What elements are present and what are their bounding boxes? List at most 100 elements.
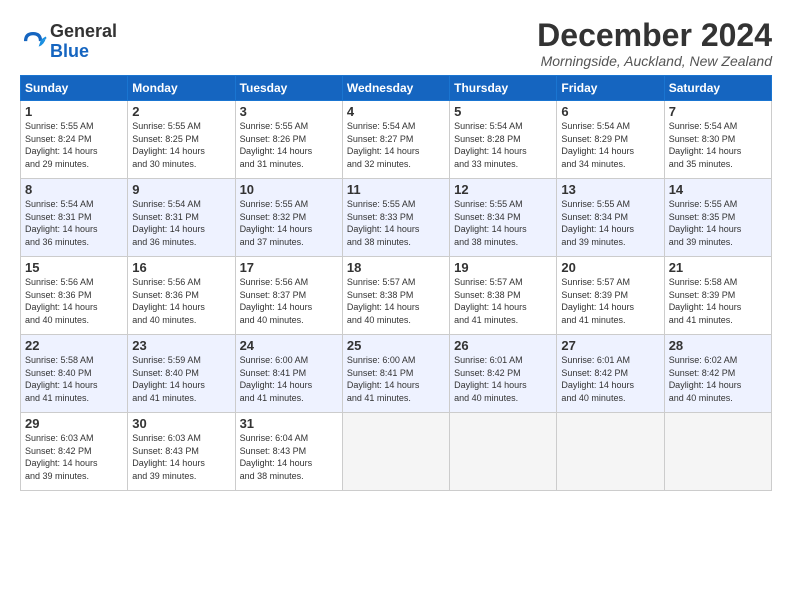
day-number: 11 bbox=[347, 182, 445, 197]
table-row: 19Sunrise: 5:57 AMSunset: 8:38 PMDayligh… bbox=[450, 257, 557, 335]
day-info: Sunrise: 6:00 AMSunset: 8:41 PMDaylight:… bbox=[347, 354, 445, 404]
day-info: Sunrise: 5:55 AMSunset: 8:35 PMDaylight:… bbox=[669, 198, 767, 248]
day-number: 24 bbox=[240, 338, 338, 353]
day-number: 23 bbox=[132, 338, 230, 353]
day-info: Sunrise: 6:00 AMSunset: 8:41 PMDaylight:… bbox=[240, 354, 338, 404]
day-info: Sunrise: 6:02 AMSunset: 8:42 PMDaylight:… bbox=[669, 354, 767, 404]
table-row: 12Sunrise: 5:55 AMSunset: 8:34 PMDayligh… bbox=[450, 179, 557, 257]
table-row: 30Sunrise: 6:03 AMSunset: 8:43 PMDayligh… bbox=[128, 413, 235, 491]
day-number: 22 bbox=[25, 338, 123, 353]
calendar-week-row: 8 Sunrise: 5:54 AMSunset: 8:31 PMDaylight… bbox=[21, 179, 772, 257]
table-row: 16Sunrise: 5:56 AMSunset: 8:36 PMDayligh… bbox=[128, 257, 235, 335]
calendar: Sunday Monday Tuesday Wednesday Thursday… bbox=[20, 75, 772, 491]
day-number: 28 bbox=[669, 338, 767, 353]
day-number: 31 bbox=[240, 416, 338, 431]
day-info: Sunrise: 5:57 AMSunset: 8:39 PMDaylight:… bbox=[561, 276, 659, 326]
logo-blue: Blue bbox=[50, 41, 89, 61]
table-row: 26Sunrise: 6:01 AMSunset: 8:42 PMDayligh… bbox=[450, 335, 557, 413]
table-row: 7Sunrise: 5:54 AMSunset: 8:30 PMDaylight… bbox=[664, 101, 771, 179]
day-info: Sunrise: 5:54 AMSunset: 8:28 PMDaylight:… bbox=[454, 120, 552, 170]
day-number: 13 bbox=[561, 182, 659, 197]
table-row: 17Sunrise: 5:56 AMSunset: 8:37 PMDayligh… bbox=[235, 257, 342, 335]
table-row: 22Sunrise: 5:58 AMSunset: 8:40 PMDayligh… bbox=[21, 335, 128, 413]
col-tuesday: Tuesday bbox=[235, 76, 342, 101]
logo-general: General bbox=[50, 21, 117, 41]
day-number: 30 bbox=[132, 416, 230, 431]
day-info: Sunrise: 5:54 AMSunset: 8:30 PMDaylight:… bbox=[669, 120, 767, 170]
calendar-week-row: 29Sunrise: 6:03 AMSunset: 8:42 PMDayligh… bbox=[21, 413, 772, 491]
day-number: 14 bbox=[669, 182, 767, 197]
table-row: 27Sunrise: 6:01 AMSunset: 8:42 PMDayligh… bbox=[557, 335, 664, 413]
calendar-week-row: 15 Sunrise: 5:56 AMSunset: 8:36 PMDayligh… bbox=[21, 257, 772, 335]
day-info: Sunrise: 5:55 AMSunset: 8:24 PMDaylight:… bbox=[25, 120, 123, 170]
day-number: 3 bbox=[240, 104, 338, 119]
day-number: 19 bbox=[454, 260, 552, 275]
col-thursday: Thursday bbox=[450, 76, 557, 101]
day-number: 21 bbox=[669, 260, 767, 275]
col-sunday: Sunday bbox=[21, 76, 128, 101]
day-number: 26 bbox=[454, 338, 552, 353]
calendar-week-row: 22Sunrise: 5:58 AMSunset: 8:40 PMDayligh… bbox=[21, 335, 772, 413]
day-info: Sunrise: 5:54 AMSunset: 8:29 PMDaylight:… bbox=[561, 120, 659, 170]
day-info: Sunrise: 5:56 AMSunset: 8:37 PMDaylight:… bbox=[240, 276, 338, 326]
table-row: 6Sunrise: 5:54 AMSunset: 8:29 PMDaylight… bbox=[557, 101, 664, 179]
table-row bbox=[664, 413, 771, 491]
table-row bbox=[450, 413, 557, 491]
day-info: Sunrise: 5:55 AMSunset: 8:32 PMDaylight:… bbox=[240, 198, 338, 248]
day-info: Sunrise: 6:01 AMSunset: 8:42 PMDaylight:… bbox=[454, 354, 552, 404]
day-info: Sunrise: 5:54 AMSunset: 8:31 PMDaylight:… bbox=[132, 198, 230, 248]
day-info: Sunrise: 5:57 AMSunset: 8:38 PMDaylight:… bbox=[454, 276, 552, 326]
table-row: 28Sunrise: 6:02 AMSunset: 8:42 PMDayligh… bbox=[664, 335, 771, 413]
day-number: 29 bbox=[25, 416, 123, 431]
day-number: 18 bbox=[347, 260, 445, 275]
table-row: 3Sunrise: 5:55 AMSunset: 8:26 PMDaylight… bbox=[235, 101, 342, 179]
day-info: Sunrise: 5:57 AMSunset: 8:38 PMDaylight:… bbox=[347, 276, 445, 326]
calendar-week-row: 1Sunrise: 5:55 AMSunset: 8:24 PMDaylight… bbox=[21, 101, 772, 179]
title-block: December 2024 Morningside, Auckland, New… bbox=[537, 18, 772, 69]
table-row: 14Sunrise: 5:55 AMSunset: 8:35 PMDayligh… bbox=[664, 179, 771, 257]
day-number: 2 bbox=[132, 104, 230, 119]
day-info: Sunrise: 5:58 AMSunset: 8:40 PMDaylight:… bbox=[25, 354, 123, 404]
table-row: 20Sunrise: 5:57 AMSunset: 8:39 PMDayligh… bbox=[557, 257, 664, 335]
day-number: 15 bbox=[25, 260, 123, 275]
table-row: 23Sunrise: 5:59 AMSunset: 8:40 PMDayligh… bbox=[128, 335, 235, 413]
table-row: 18Sunrise: 5:57 AMSunset: 8:38 PMDayligh… bbox=[342, 257, 449, 335]
day-info: Sunrise: 6:01 AMSunset: 8:42 PMDaylight:… bbox=[561, 354, 659, 404]
day-info: Sunrise: 5:55 AMSunset: 8:26 PMDaylight:… bbox=[240, 120, 338, 170]
table-row: 10Sunrise: 5:55 AMSunset: 8:32 PMDayligh… bbox=[235, 179, 342, 257]
logo-text: General Blue bbox=[50, 22, 117, 62]
day-number: 7 bbox=[669, 104, 767, 119]
day-info: Sunrise: 5:55 AMSunset: 8:33 PMDaylight:… bbox=[347, 198, 445, 248]
col-wednesday: Wednesday bbox=[342, 76, 449, 101]
day-number: 6 bbox=[561, 104, 659, 119]
day-number: 17 bbox=[240, 260, 338, 275]
page: General Blue December 2024 Morningside, … bbox=[0, 0, 792, 612]
calendar-header-row: Sunday Monday Tuesday Wednesday Thursday… bbox=[21, 76, 772, 101]
table-row bbox=[342, 413, 449, 491]
day-info: Sunrise: 6:04 AMSunset: 8:43 PMDaylight:… bbox=[240, 432, 338, 482]
day-number: 25 bbox=[347, 338, 445, 353]
day-number: 8 bbox=[25, 182, 123, 197]
header: General Blue December 2024 Morningside, … bbox=[20, 18, 772, 69]
table-row: 8Sunrise: 5:54 AMSunset: 8:31 PMDaylight… bbox=[21, 179, 128, 257]
day-info: Sunrise: 5:55 AMSunset: 8:34 PMDaylight:… bbox=[454, 198, 552, 248]
day-number: 1 bbox=[25, 104, 123, 119]
table-row: 13Sunrise: 5:55 AMSunset: 8:34 PMDayligh… bbox=[557, 179, 664, 257]
day-info: Sunrise: 5:58 AMSunset: 8:39 PMDaylight:… bbox=[669, 276, 767, 326]
day-number: 20 bbox=[561, 260, 659, 275]
day-number: 4 bbox=[347, 104, 445, 119]
table-row: 25Sunrise: 6:00 AMSunset: 8:41 PMDayligh… bbox=[342, 335, 449, 413]
day-number: 10 bbox=[240, 182, 338, 197]
location: Morningside, Auckland, New Zealand bbox=[537, 53, 772, 69]
day-info: Sunrise: 5:59 AMSunset: 8:40 PMDaylight:… bbox=[132, 354, 230, 404]
month-title: December 2024 bbox=[537, 18, 772, 53]
col-saturday: Saturday bbox=[664, 76, 771, 101]
day-info: Sunrise: 6:03 AMSunset: 8:42 PMDaylight:… bbox=[25, 432, 123, 482]
day-info: Sunrise: 5:54 AMSunset: 8:27 PMDaylight:… bbox=[347, 120, 445, 170]
table-row: 5Sunrise: 5:54 AMSunset: 8:28 PMDaylight… bbox=[450, 101, 557, 179]
table-row: 9Sunrise: 5:54 AMSunset: 8:31 PMDaylight… bbox=[128, 179, 235, 257]
table-row: 21Sunrise: 5:58 AMSunset: 8:39 PMDayligh… bbox=[664, 257, 771, 335]
day-number: 12 bbox=[454, 182, 552, 197]
day-info: Sunrise: 5:56 AMSunset: 8:36 PMDaylight:… bbox=[132, 276, 230, 326]
table-row: 1Sunrise: 5:55 AMSunset: 8:24 PMDaylight… bbox=[21, 101, 128, 179]
